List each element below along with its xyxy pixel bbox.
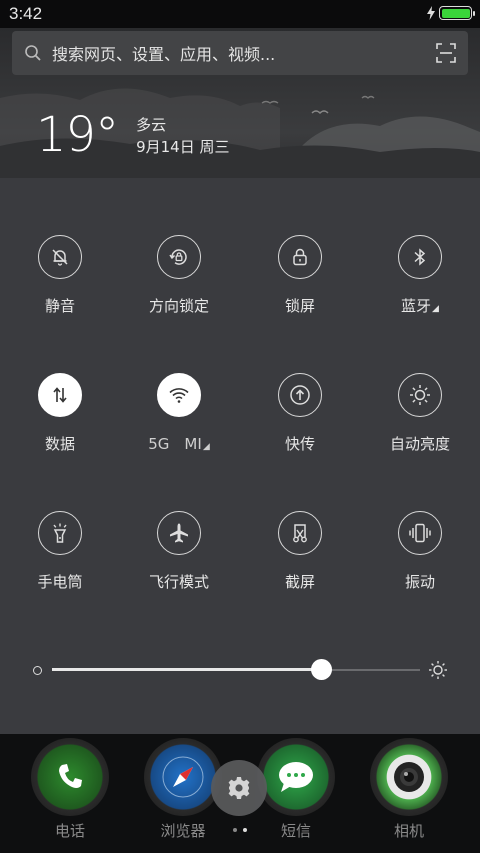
status-bar: 3:42 xyxy=(0,0,480,28)
brightness-slider[interactable] xyxy=(0,656,480,684)
flashlight-icon xyxy=(38,511,82,555)
toggle-quick-transfer[interactable]: 快传 xyxy=(240,373,360,454)
app-label: 电话 xyxy=(54,822,85,840)
airplane-icon xyxy=(157,511,201,555)
status-time: 3:42 xyxy=(9,4,43,23)
toggle-label: 蓝牙 xyxy=(401,297,432,315)
status-icons xyxy=(427,6,475,20)
toggle-wifi[interactable]: 5G MI◢ xyxy=(119,373,239,454)
phone-icon xyxy=(31,738,109,816)
brightness-thumb[interactable] xyxy=(311,659,332,680)
toggle-label: 快传 xyxy=(284,435,315,453)
battery-icon xyxy=(439,6,475,20)
weather-widget[interactable]: 19° 多云 9月14日 周三 xyxy=(36,110,229,160)
toggle-bluetooth[interactable]: 蓝牙◢ xyxy=(360,235,480,316)
toggle-label: 自动亮度 xyxy=(389,435,450,453)
toggle-label: 5G MI xyxy=(148,435,202,453)
gear-icon xyxy=(228,777,250,799)
header-area: 搜索网页、设置、应用、视频... 19° 多云 9月14日 周三 xyxy=(0,28,480,178)
toggle-label: 静音 xyxy=(44,297,75,315)
brightness-low-icon xyxy=(33,666,42,675)
app-phone[interactable]: 电话 xyxy=(30,738,110,841)
quick-settings-panel: 静音 方向锁定 锁屏 蓝牙◢ 数据 5G MI◢ 快传 自动亮度 手电筒 飞行模… xyxy=(0,178,480,734)
app-messages[interactable]: 短信 xyxy=(256,738,336,841)
toggle-label: 锁屏 xyxy=(284,297,315,315)
toggle-label: 手电筒 xyxy=(37,573,83,591)
toggle-mute[interactable]: 静音 xyxy=(0,235,120,316)
weather-condition: 多云 xyxy=(136,116,167,134)
app-label: 相机 xyxy=(393,822,424,840)
toggle-label: 振动 xyxy=(404,573,435,591)
compass-icon xyxy=(144,738,222,816)
toggle-vibrate[interactable]: 振动 xyxy=(360,511,480,592)
scan-icon[interactable] xyxy=(436,43,456,63)
search-icon xyxy=(25,45,41,61)
app-dock: 电话 浏览器 短信 相机 xyxy=(0,734,480,853)
mobile-data-icon xyxy=(38,373,82,417)
page-dot xyxy=(233,828,237,832)
toggle-lock-screen[interactable]: 锁屏 xyxy=(240,235,360,316)
toggle-label: 数据 xyxy=(44,435,75,453)
weather-date: 9月14日 周三 xyxy=(136,138,230,156)
weather-temperature: 19° xyxy=(36,107,119,163)
toggle-flashlight[interactable]: 手电筒 xyxy=(0,511,120,592)
auto-brightness-icon xyxy=(398,373,442,417)
toggle-label: 飞行模式 xyxy=(148,573,209,591)
toggle-airplane-mode[interactable]: 飞行模式 xyxy=(119,511,239,592)
rotation-lock-icon xyxy=(157,235,201,279)
charging-icon xyxy=(427,6,435,20)
search-placeholder: 搜索网页、设置、应用、视频... xyxy=(52,45,276,64)
brightness-high-icon xyxy=(429,661,447,679)
app-camera[interactable]: 相机 xyxy=(369,738,449,841)
dropdown-triangle-icon: ◢ xyxy=(432,304,439,314)
quick-transfer-icon xyxy=(278,373,322,417)
app-label: 短信 xyxy=(280,822,311,840)
page-indicator xyxy=(233,828,247,832)
toggle-auto-brightness[interactable]: 自动亮度 xyxy=(360,373,480,454)
vibrate-icon xyxy=(398,511,442,555)
message-icon xyxy=(257,738,335,816)
brightness-fill xyxy=(52,668,321,671)
page-dot-active xyxy=(243,828,247,832)
camera-icon xyxy=(370,738,448,816)
app-label: 浏览器 xyxy=(160,822,206,840)
toggle-mobile-data[interactable]: 数据 xyxy=(0,373,120,454)
dropdown-triangle-icon: ◢ xyxy=(202,442,210,452)
toggle-label: 方向锁定 xyxy=(148,297,209,315)
lock-icon xyxy=(278,235,322,279)
bluetooth-icon xyxy=(398,235,442,279)
settings-button[interactable] xyxy=(211,760,267,816)
mute-bell-icon xyxy=(38,235,82,279)
toggle-rotation-lock[interactable]: 方向锁定 xyxy=(119,235,239,316)
toggle-label: 截屏 xyxy=(284,573,315,591)
toggle-screenshot[interactable]: 截屏 xyxy=(240,511,360,592)
screenshot-icon xyxy=(278,511,322,555)
wifi-icon xyxy=(157,373,201,417)
search-input[interactable]: 搜索网页、设置、应用、视频... xyxy=(12,31,468,75)
